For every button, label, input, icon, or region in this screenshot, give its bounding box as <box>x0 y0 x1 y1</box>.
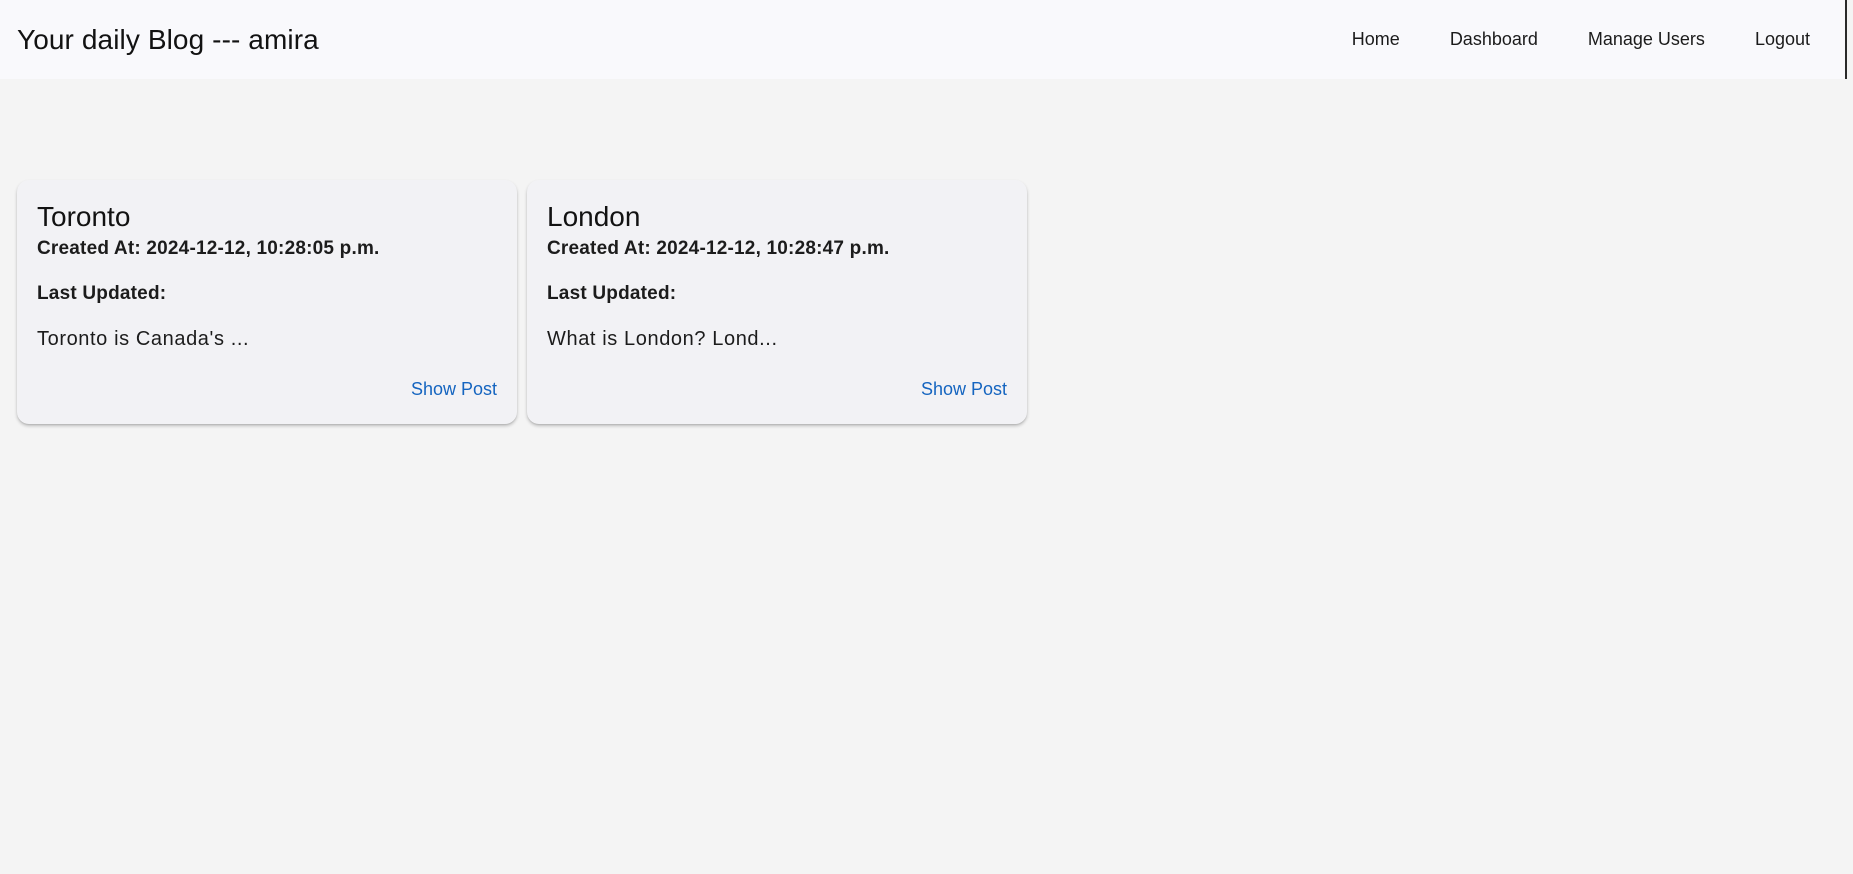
nav-manage-users-button[interactable]: Manage Users <box>1563 17 1730 63</box>
nav-dashboard-button[interactable]: Dashboard <box>1425 17 1563 63</box>
app-bar: Your daily Blog --- amira Home Dashboard… <box>0 0 1845 79</box>
post-title: Toronto <box>37 201 131 232</box>
scrollbar-edge[interactable] <box>1845 0 1853 79</box>
post-last-updated: Last Updated: <box>547 283 677 304</box>
show-post-button[interactable]: Show Post <box>407 377 501 402</box>
main-nav: Home Dashboard Manage Users Logout <box>1327 0 1845 79</box>
post-excerpt: Toronto is Canada's ... <box>37 328 250 350</box>
post-excerpt: What is London? Lond... <box>547 328 778 350</box>
post-title: London <box>547 201 641 232</box>
post-created-at: Created At: 2024-12-12, 10:28:05 p.m. <box>37 238 380 259</box>
show-post-button[interactable]: Show Post <box>917 377 1011 402</box>
post-card: Toronto Created At: 2024-12-12, 10:28:05… <box>17 180 517 424</box>
nav-home-button[interactable]: Home <box>1327 17 1425 63</box>
post-card: London Created At: 2024-12-12, 10:28:47 … <box>527 180 1027 424</box>
app-title: Your daily Blog --- amira <box>17 23 319 55</box>
posts-list: Toronto Created At: 2024-12-12, 10:28:05… <box>17 180 1027 424</box>
post-created-at: Created At: 2024-12-12, 10:28:47 p.m. <box>547 238 890 259</box>
post-last-updated: Last Updated: <box>37 283 167 304</box>
nav-logout-button[interactable]: Logout <box>1730 17 1835 63</box>
